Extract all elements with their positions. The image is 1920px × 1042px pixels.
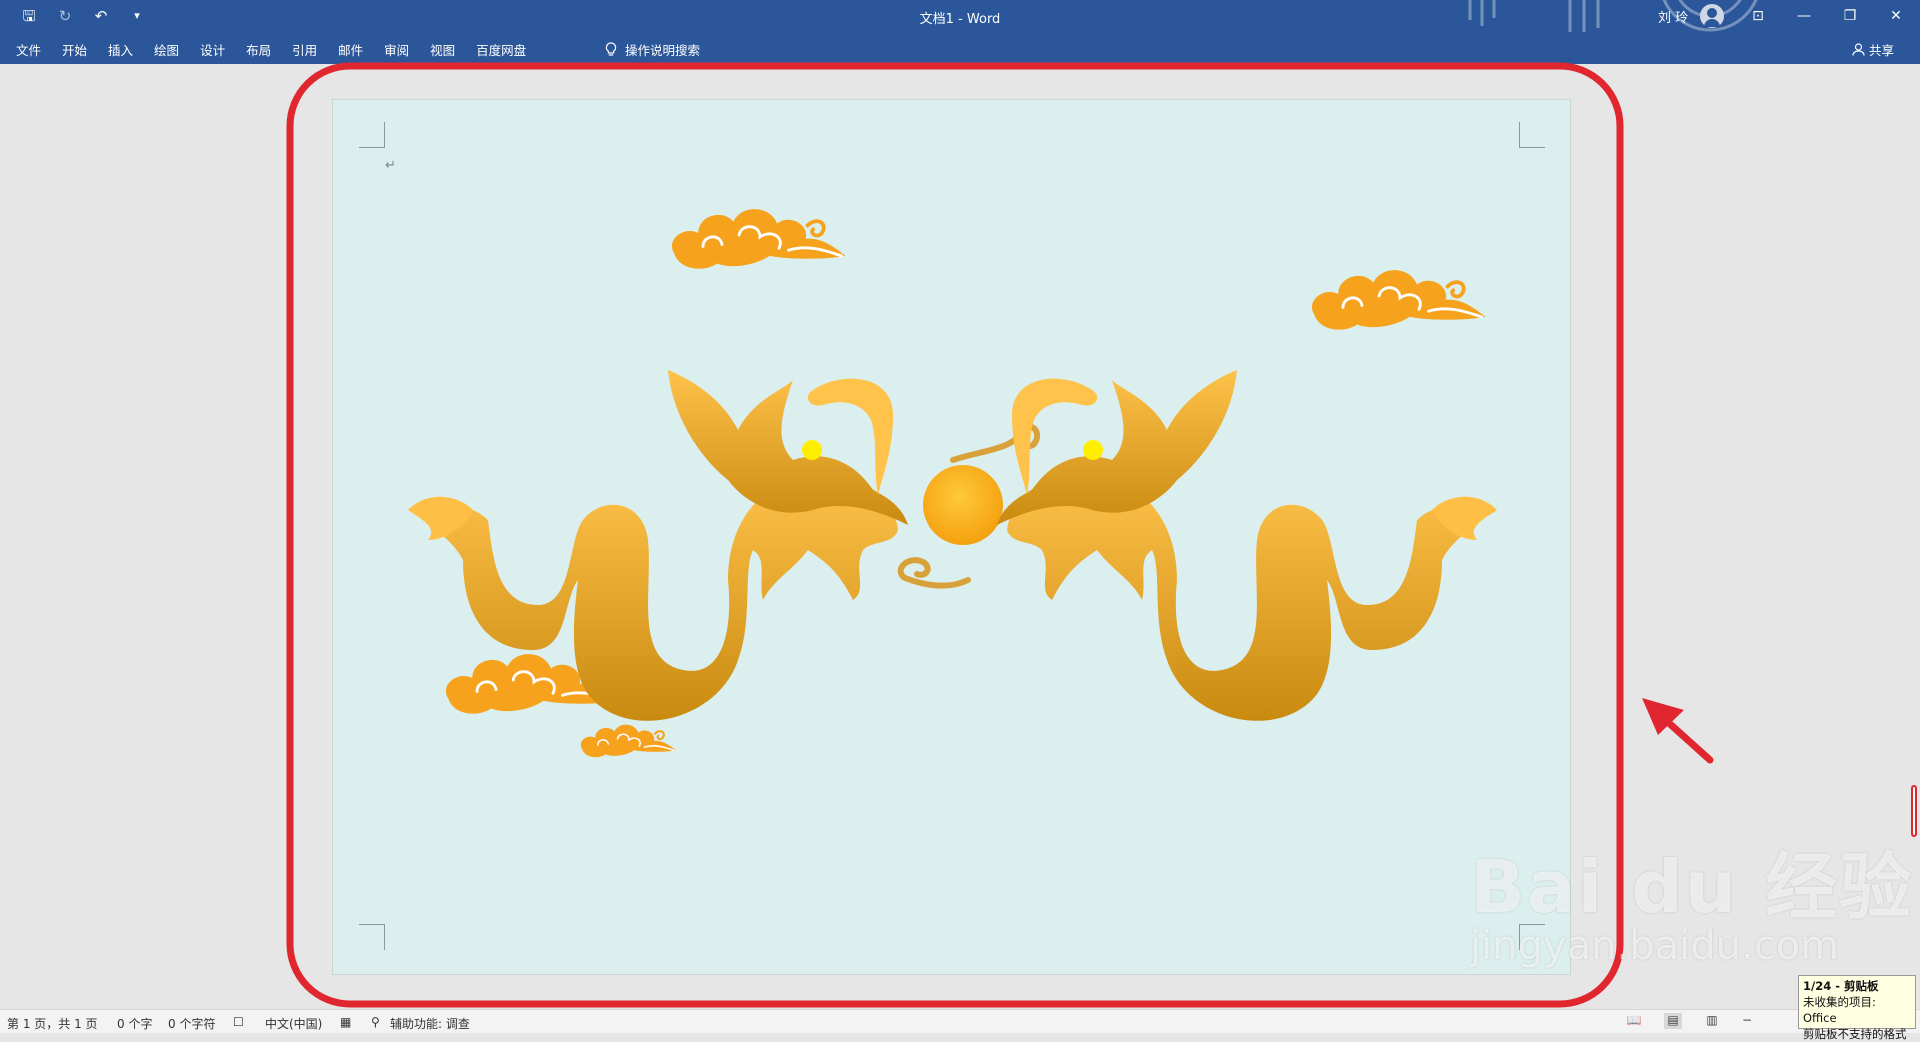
language[interactable]: 中文(中国) bbox=[265, 1015, 322, 1032]
close-button[interactable]: ✕ bbox=[1873, 0, 1919, 32]
tell-me-search[interactable]: 操作说明搜索 bbox=[605, 40, 700, 59]
cloud-2[interactable] bbox=[1310, 268, 1488, 332]
tab-mailings[interactable]: 邮件 bbox=[338, 40, 363, 59]
read-mode-icon[interactable]: 📖 bbox=[1625, 1013, 1643, 1029]
tab-view[interactable]: 视图 bbox=[430, 40, 455, 59]
tab-file[interactable]: 文件 bbox=[16, 40, 41, 59]
proofing-icon[interactable]: ☐ bbox=[233, 1015, 244, 1029]
page-count[interactable]: 第 1 页，共 1 页 bbox=[7, 1015, 98, 1032]
tab-design[interactable]: 设计 bbox=[200, 40, 225, 59]
clipboard-line-1: 未收集的项目: Office bbox=[1803, 995, 1876, 1025]
tab-baidu-netdisk[interactable]: 百度网盘 bbox=[476, 40, 526, 59]
accessibility-icon: ⚲ bbox=[371, 1015, 380, 1029]
share-label: 共享 bbox=[1869, 43, 1895, 58]
document-page[interactable]: ↵ bbox=[332, 99, 1571, 975]
tab-draw[interactable]: 绘图 bbox=[154, 40, 179, 59]
tab-insert[interactable]: 插入 bbox=[108, 40, 133, 59]
dragon-artwork[interactable] bbox=[333, 100, 1572, 976]
watermark: Bai du 经验 jingyan.baidu.com bbox=[1470, 828, 1913, 969]
restore-button[interactable]: ❐ bbox=[1827, 0, 1873, 32]
char-count[interactable]: 0 个字符 bbox=[168, 1015, 215, 1032]
word-count[interactable]: 0 个字 bbox=[117, 1015, 152, 1032]
share-button[interactable]: 共享 bbox=[1852, 40, 1894, 59]
status-bar: 第 1 页，共 1 页 0 个字 0 个字符 ☐ 中文(中国) ▦ ⚲ 辅助功能… bbox=[0, 1009, 1920, 1033]
tell-me-label: 操作说明搜索 bbox=[625, 43, 701, 58]
minimize-button[interactable]: — bbox=[1781, 0, 1827, 32]
web-layout-icon[interactable]: ▥ bbox=[1703, 1013, 1721, 1029]
tab-layout[interactable]: 布局 bbox=[246, 40, 271, 59]
watermark-logo: Bai du 经验 bbox=[1470, 845, 1914, 929]
lightbulb-icon bbox=[605, 42, 617, 56]
avatar[interactable] bbox=[1700, 4, 1724, 28]
ribbon-tabs: 文件 开始 插入 绘图 设计 布局 引用 邮件 审阅 视图 百度网盘 操作说明搜… bbox=[0, 32, 1920, 64]
ribbon-display-button[interactable]: ⊡ bbox=[1735, 0, 1781, 32]
clipboard-title: 1/24 - 剪贴板 bbox=[1803, 979, 1879, 993]
tab-home[interactable]: 开始 bbox=[62, 40, 87, 59]
cloud-1[interactable] bbox=[670, 207, 848, 271]
person-icon bbox=[1852, 43, 1865, 56]
accessibility-status[interactable]: 辅助功能: 调查 bbox=[390, 1015, 470, 1032]
swirl-bottom bbox=[897, 557, 971, 589]
tab-review[interactable]: 审阅 bbox=[384, 40, 409, 59]
zoom-out-icon[interactable]: − bbox=[1738, 1013, 1756, 1029]
title-bar: 🖫 ↻ ↶ ▾ 文档1 - Word 刘 玲 ⊡ — ❐ ✕ bbox=[0, 0, 1920, 32]
cloud-4[interactable] bbox=[579, 723, 677, 759]
print-layout-icon[interactable]: ▤ bbox=[1664, 1013, 1682, 1029]
pearl[interactable] bbox=[923, 465, 1003, 545]
user-name[interactable]: 刘 玲 bbox=[1658, 7, 1688, 26]
clipboard-line-2: 剪贴板不支持的格式 bbox=[1803, 1027, 1907, 1041]
dragon-right[interactable] bbox=[997, 370, 1497, 721]
tab-references[interactable]: 引用 bbox=[292, 40, 317, 59]
window-title: 文档1 - Word bbox=[919, 12, 1001, 27]
macro-icon[interactable]: ▦ bbox=[340, 1015, 351, 1029]
clipboard-tooltip: 1/24 - 剪贴板 未收集的项目: Office 剪贴板不支持的格式 bbox=[1798, 975, 1916, 1041]
